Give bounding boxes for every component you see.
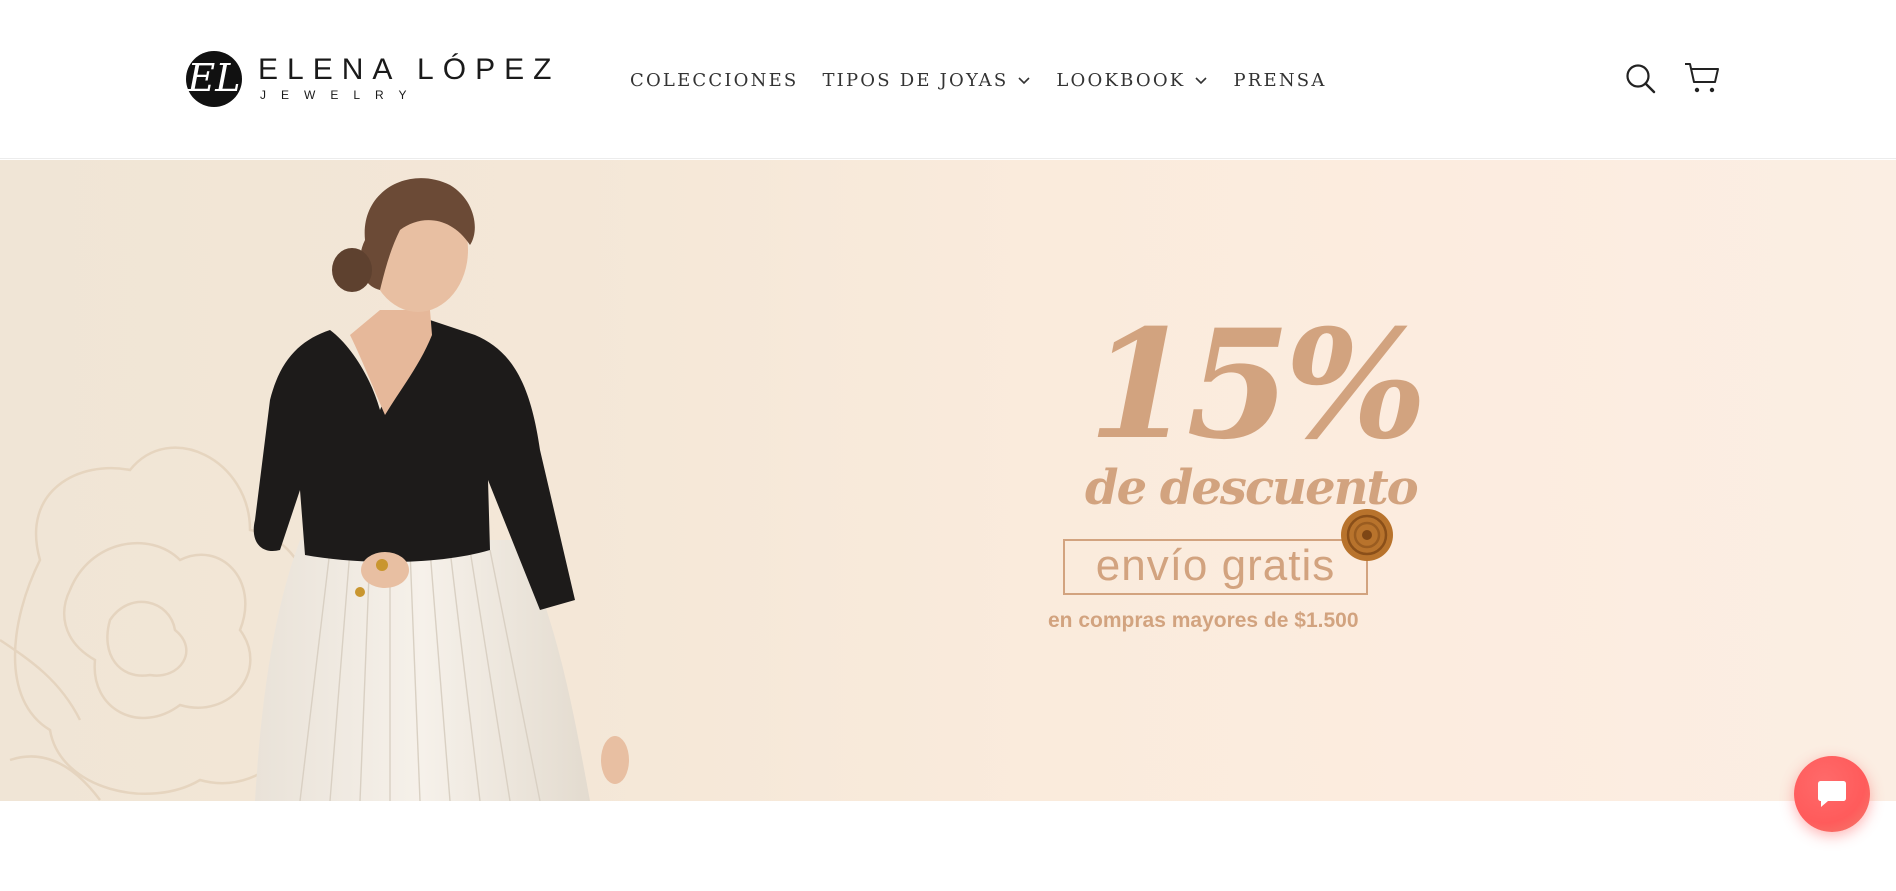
nav-label: LOOKBOOK (1056, 69, 1186, 91)
logo-subtitle: JEWELRY (260, 88, 422, 102)
cart-icon[interactable] (1683, 60, 1721, 96)
nav-label: PRENSA (1233, 69, 1327, 91)
chat-button[interactable] (1794, 756, 1870, 832)
hero-banner[interactable]: 15% de descuento envío gratis en compras… (0, 160, 1896, 801)
promo-condition: en compras mayores de $1.500 (1048, 609, 1359, 632)
main-nav: COLECCIONES TIPOS DE JOYAS LOOKBOOK PREN… (630, 66, 1327, 94)
search-icon[interactable] (1624, 62, 1658, 96)
nav-label: COLECCIONES (630, 69, 799, 91)
nav-item-colecciones[interactable]: COLECCIONES (630, 70, 798, 91)
logo[interactable]: EL ELENA LÓPEZ JEWELRY (186, 50, 551, 108)
nav-item-prensa[interactable]: PRENSA (1233, 70, 1326, 91)
chat-bubble-icon (1818, 781, 1846, 807)
site-header: EL ELENA LÓPEZ JEWELRY COLECCIONES TIPOS… (0, 0, 1896, 159)
nav-item-lookbook[interactable]: LOOKBOOK (1056, 70, 1209, 91)
chevron-down-icon (1195, 77, 1208, 85)
logo-monogram: EL (186, 51, 242, 107)
free-shipping-box: envío gratis (1063, 539, 1368, 595)
rose-icon (1341, 509, 1393, 561)
nav-item-tipos-de-joyas[interactable]: TIPOS DE JOYAS (822, 70, 1032, 91)
discount-percent: 15% (1088, 297, 1427, 473)
chevron-down-icon (1018, 77, 1030, 85)
nav-label: TIPOS DE JOYAS (822, 69, 1009, 91)
logo-name: ELENA LÓPEZ (258, 53, 561, 86)
hero-model-photo (0, 178, 629, 801)
promo-block: 15% de descuento (1000, 310, 1460, 650)
